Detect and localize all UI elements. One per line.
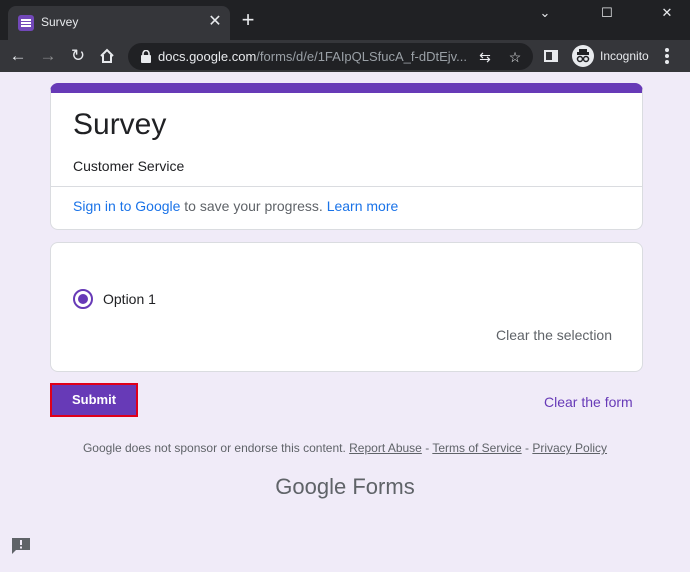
form-header-card: Survey Customer Service Sign in to Googl… (50, 83, 643, 230)
footer-separator: - (521, 441, 533, 455)
footer-separator: - (421, 441, 433, 455)
signin-notice: Sign in to Google to save your progress.… (73, 198, 398, 214)
url-text[interactable]: docs.google.com/forms/d/e/1FAIpQLSfucA_f… (158, 49, 467, 64)
back-icon[interactable]: ← (6, 44, 30, 68)
disclaimer-text: Google does not sponsor or endorse this … (82, 441, 350, 455)
terms-link[interactable]: Terms of Service (432, 441, 521, 455)
report-abuse-link[interactable]: Report Abuse (349, 441, 422, 455)
forward-icon[interactable]: → (36, 44, 60, 68)
question-card: Option 1 Clear the selection (50, 242, 643, 372)
option-1-radio[interactable] (73, 289, 93, 309)
brand-forms: Forms (346, 474, 415, 499)
signin-text: to save your progress. (180, 198, 327, 214)
reload-icon[interactable]: ↻ (66, 44, 90, 68)
divider (51, 186, 642, 187)
forms-icon (18, 15, 34, 31)
menu-icon[interactable] (664, 48, 670, 64)
address-bar[interactable]: docs.google.com/forms/d/e/1FAIpQLSfucA_f… (128, 43, 533, 70)
google-forms-logo[interactable]: Google Forms (0, 474, 690, 500)
option-1-label[interactable]: Option 1 (103, 291, 156, 307)
star-icon[interactable]: ☆ (505, 47, 525, 67)
footer-disclaimer: Google does not sponsor or endorse this … (0, 441, 690, 455)
privacy-link[interactable]: Privacy Policy (532, 441, 607, 455)
incognito-icon[interactable] (572, 45, 594, 67)
clear-selection-button[interactable]: Clear the selection (496, 327, 612, 343)
form-description: Customer Service (73, 158, 185, 174)
tab-strip: Survey ✕ + ⌄ ☐ ✕ (0, 0, 690, 40)
learn-more-link[interactable]: Learn more (327, 198, 399, 214)
form-title: Survey (73, 108, 167, 141)
lock-icon[interactable] (140, 50, 152, 63)
window-restore-button[interactable]: ☐ (584, 0, 630, 28)
submit-button[interactable]: Submit (50, 383, 138, 417)
window-minimize-button[interactable]: ⌄ (522, 0, 568, 28)
home-icon[interactable] (95, 44, 119, 68)
tab-survey[interactable]: Survey ✕ (8, 6, 230, 40)
new-tab-button[interactable]: + (238, 9, 258, 31)
brand-google: Google (275, 474, 347, 499)
browser-toolbar: ← → ↻ docs.google.com/forms/d/e/1FAIpQLS… (0, 40, 690, 72)
incognito-label: Incognito (600, 49, 649, 63)
feedback-icon[interactable] (11, 537, 31, 555)
side-panel-icon[interactable] (544, 50, 558, 62)
clear-form-button[interactable]: Clear the form (544, 394, 633, 410)
window-close-button[interactable]: ✕ (644, 0, 690, 28)
tab-close-icon[interactable]: ✕ (206, 13, 224, 31)
translate-icon[interactable]: ⇆ (475, 47, 495, 67)
tab-title: Survey (41, 15, 79, 29)
signin-link[interactable]: Sign in to Google (73, 198, 180, 214)
form-page: Survey Customer Service Sign in to Googl… (0, 72, 690, 572)
